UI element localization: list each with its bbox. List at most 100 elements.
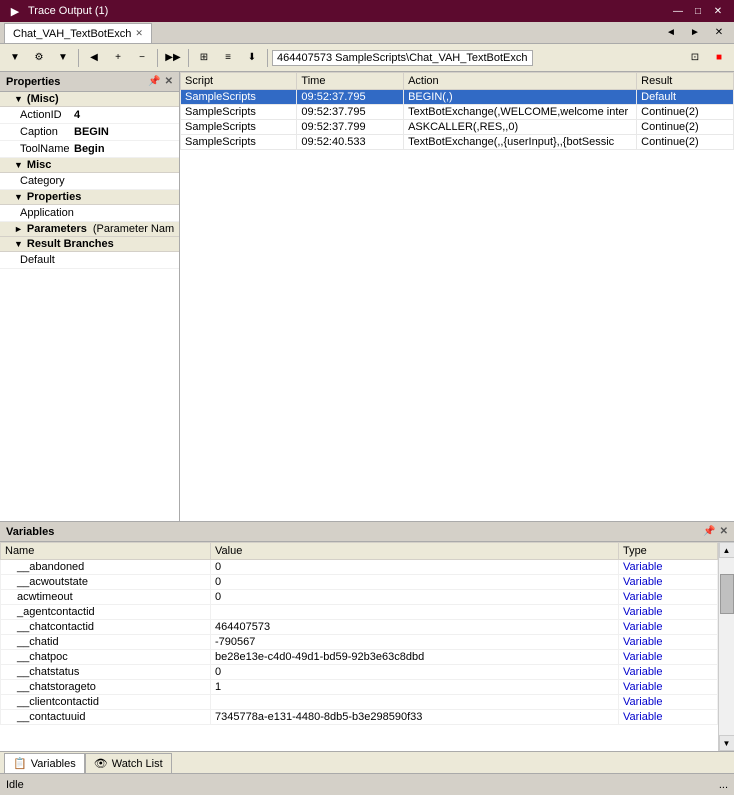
var-col-value: Value xyxy=(211,543,619,560)
list-item[interactable]: __contactuuid7345778a-e131-4480-8db5-b3e… xyxy=(1,710,718,725)
prop-group-properties-label: Properties xyxy=(27,191,81,203)
prop-value-category xyxy=(70,174,78,188)
scrollbar-down-arrow[interactable]: ▼ xyxy=(719,735,734,751)
variables-scrollbar[interactable]: ▲ ▼ xyxy=(718,542,734,751)
scrollbar-up-arrow[interactable]: ▲ xyxy=(719,542,734,558)
toolbar-stop-btn[interactable]: ■ xyxy=(708,47,730,69)
prop-name-application: Application xyxy=(0,206,70,220)
list-item[interactable]: __chatcontactid464407573Variable xyxy=(1,620,718,635)
title-text: Trace Output (1) xyxy=(28,5,108,17)
toolbar-back-btn[interactable]: ◀ xyxy=(83,47,105,69)
tab-close-icon[interactable]: ✕ xyxy=(135,28,143,39)
tab-watchlist[interactable]: 👁 Watch List xyxy=(85,753,172,773)
tab-nav-right-button[interactable]: ► xyxy=(684,21,706,43)
list-item[interactable]: _agentcontactidVariable xyxy=(1,605,718,620)
toolbar-sep-3 xyxy=(188,49,189,67)
toolbar-script-path: 464407573 SampleScripts\Chat_VAH_TextBot… xyxy=(272,50,533,66)
toolbar-sep-2 xyxy=(157,49,158,67)
prop-group-parameters[interactable]: ► Parameters (Parameter Nam xyxy=(0,222,179,237)
list-item[interactable]: __acwoutstate0Variable xyxy=(1,575,718,590)
toolbar-view-btn[interactable]: ⊡ xyxy=(684,47,706,69)
misc-expand-icon: ▼ xyxy=(14,94,23,104)
list-item[interactable]: __chatid-790567Variable xyxy=(1,635,718,650)
properties-header: Properties 📌 ✕ xyxy=(0,72,179,92)
table-row[interactable]: SampleScripts09:52:40.533TextBotExchange… xyxy=(181,135,734,150)
tab-chat-vah[interactable]: Chat_VAH_TextBotExch ✕ xyxy=(4,23,152,43)
toolbar-grid-btn[interactable]: ⊞ xyxy=(193,47,215,69)
scrollbar-thumb[interactable] xyxy=(720,574,734,614)
toolbar-download-btn[interactable]: ⬇ xyxy=(241,47,263,69)
tab-close-all-button[interactable]: ✕ xyxy=(708,21,730,43)
prop-name-toolname: ToolName xyxy=(0,142,70,156)
list-item[interactable]: acwtimeout0Variable xyxy=(1,590,718,605)
properties-header-icons: 📌 ✕ xyxy=(148,76,173,87)
prop-group-misc[interactable]: ▼ (Misc) xyxy=(0,92,179,107)
toolbar-add-btn[interactable]: + xyxy=(107,47,129,69)
variables-table-header: Name Value Type xyxy=(1,543,718,560)
toolbar-sep-1 xyxy=(78,49,79,67)
toolbar-list-btn[interactable]: ≡ xyxy=(217,47,239,69)
watchlist-tab-label: Watch List xyxy=(112,758,163,770)
properties-pin-icon[interactable]: 📌 xyxy=(148,76,160,87)
prop-value-parameters: (Parameter Nam xyxy=(93,223,174,235)
table-row[interactable]: SampleScripts09:52:37.795TextBotExchange… xyxy=(181,105,734,120)
table-row[interactable]: SampleScripts09:52:37.795BEGIN(,)Default xyxy=(181,90,734,105)
prop-row-toolname: ToolName Begin xyxy=(0,141,179,158)
close-button[interactable]: ✕ xyxy=(710,3,726,19)
misc2-expand-icon: ▼ xyxy=(14,160,23,170)
tab-nav-left-button[interactable]: ◄ xyxy=(660,21,682,43)
trace-table: Script Time Action Result SampleScripts0… xyxy=(180,72,734,150)
variables-table: Name Value Type __abandoned0Variable__ac… xyxy=(0,542,718,725)
watchlist-tab-icon: 👁 xyxy=(94,757,108,770)
toolbar-play-btn[interactable]: ▶▶ xyxy=(162,47,184,69)
variables-scroll[interactable]: Name Value Type __abandoned0Variable__ac… xyxy=(0,542,718,751)
trace-panel: Script Time Action Result SampleScripts0… xyxy=(180,72,734,521)
status-bar: Idle ... xyxy=(0,773,734,795)
parameters-expand-icon: ► xyxy=(14,224,23,234)
tab-variables[interactable]: 📋 Variables xyxy=(4,753,85,773)
prop-name-parameters: Parameters xyxy=(27,223,87,235)
trace-col-time: Time xyxy=(297,73,404,90)
variables-tab-icon: 📋 xyxy=(13,757,27,770)
main-content: Properties 📌 ✕ ▼ (Misc) ActionID 4 Capti… xyxy=(0,72,734,521)
variables-close-icon[interactable]: ✕ xyxy=(720,526,728,537)
prop-group-properties[interactable]: ▼ Properties xyxy=(0,190,179,205)
list-item[interactable]: __abandoned0Variable xyxy=(1,560,718,575)
list-item[interactable]: __clientcontactidVariable xyxy=(1,695,718,710)
trace-col-action: Action xyxy=(404,73,637,90)
title-bar: ▶ Trace Output (1) — □ ✕ xyxy=(0,0,734,22)
trace-col-script: Script xyxy=(181,73,297,90)
tab-bar: Chat_VAH_TextBotExch ✕ ◄ ► ✕ xyxy=(0,22,734,44)
list-item[interactable]: __chatstatus0Variable xyxy=(1,665,718,680)
list-item[interactable]: __chatpocbe28e13e-c4d0-49d1-bd59-92b3e63… xyxy=(1,650,718,665)
var-col-type: Type xyxy=(618,543,717,560)
title-bar-controls: — □ ✕ xyxy=(670,3,726,19)
trace-header-row: Script Time Action Result xyxy=(181,73,734,90)
list-item[interactable]: __chatstorageto1Variable xyxy=(1,680,718,695)
table-row[interactable]: SampleScripts09:52:37.799ASKCALLER(,RES,… xyxy=(181,120,734,135)
toolbar-dropdown2-btn[interactable]: ▼ xyxy=(52,47,74,69)
prop-value-toolname: Begin xyxy=(70,142,109,156)
prop-name-caption: Caption xyxy=(0,125,70,139)
toolbar-settings-btn[interactable]: ⚙ xyxy=(28,47,50,69)
toolbar-dropdown-btn[interactable]: ▼ xyxy=(4,47,26,69)
maximize-button[interactable]: □ xyxy=(690,3,706,19)
prop-group-result-branches[interactable]: ▼ Result Branches xyxy=(0,237,179,252)
minimize-button[interactable]: — xyxy=(670,3,686,19)
toolbar: ▼ ⚙ ▼ ◀ + − ▶▶ ⊞ ≡ ⬇ 464407573 SampleScr… xyxy=(0,44,734,72)
prop-name-actionid: ActionID xyxy=(0,108,70,122)
prop-value-actionid: 4 xyxy=(70,108,84,122)
prop-group-misc2[interactable]: ▼ Misc xyxy=(0,158,179,173)
prop-row-caption: Caption BEGIN xyxy=(0,124,179,141)
properties-close-icon[interactable]: ✕ xyxy=(165,76,173,87)
properties-panel: Properties 📌 ✕ ▼ (Misc) ActionID 4 Capti… xyxy=(0,72,180,521)
status-text: Idle xyxy=(6,779,24,791)
var-col-name: Name xyxy=(1,543,211,560)
trace-scroll[interactable]: Script Time Action Result SampleScripts0… xyxy=(180,72,734,521)
prop-group-misc2-label: Misc xyxy=(27,159,51,171)
tab-label: Chat_VAH_TextBotExch xyxy=(13,28,131,40)
toolbar-remove-btn[interactable]: − xyxy=(131,47,153,69)
properties-expand-icon: ▼ xyxy=(14,192,23,202)
trace-col-result: Result xyxy=(637,73,734,90)
variables-pin-icon[interactable]: 📌 xyxy=(703,526,715,537)
